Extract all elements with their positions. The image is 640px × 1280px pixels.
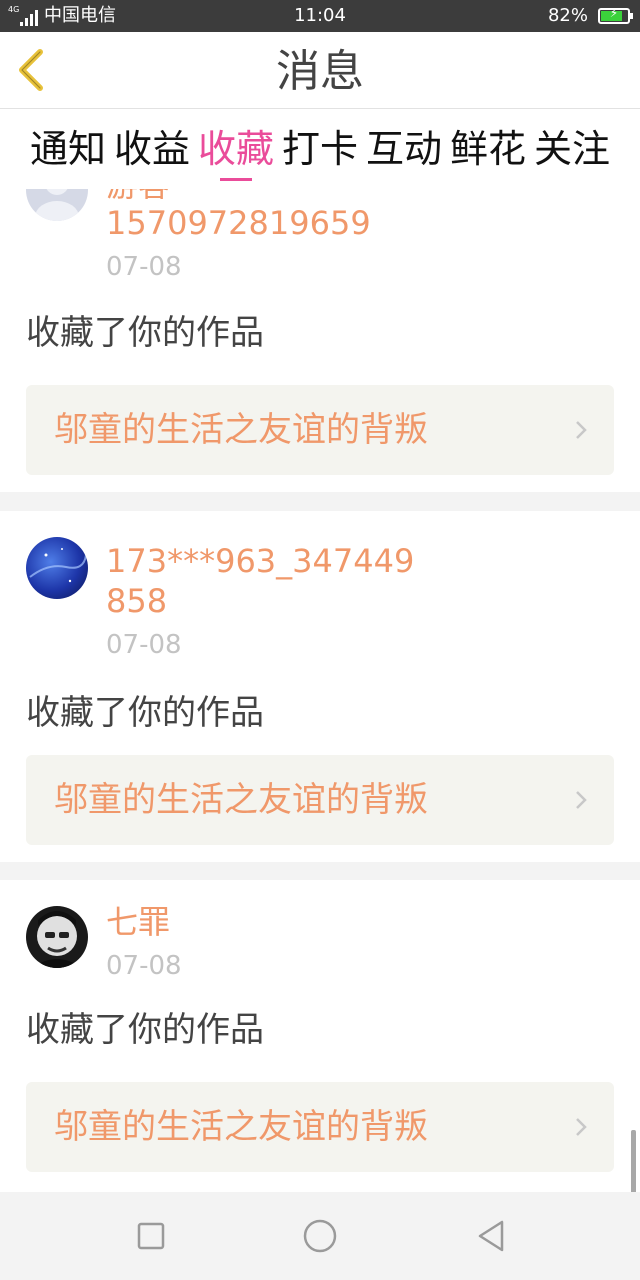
list-item: 173***963_347449858 07-08 收藏了你的作品 邬童的生活之… [0,511,640,862]
tab-notice[interactable]: 通知 [26,109,110,189]
work-title: 邬童的生活之友谊的背叛 [54,780,428,820]
action-text: 收藏了你的作品 [26,1010,264,1050]
action-text: 收藏了你的作品 [26,693,264,733]
tab-earnings[interactable]: 收益 [110,109,194,189]
chevron-right-icon [576,791,587,809]
work-link[interactable]: 邬童的生活之友谊的背叛 [26,385,614,475]
tab-follow[interactable]: 关注 [530,109,614,189]
recent-apps-button[interactable] [131,1216,171,1256]
status-clock: 11:04 [294,5,346,26]
action-text: 收藏了你的作品 [26,313,264,353]
avatar[interactable] [26,537,88,599]
work-title: 邬童的生活之友谊的背叛 [54,1107,428,1147]
category-tabs: 通知 收益 收藏 打卡 互动 鲜花 关注 [0,109,640,189]
chevron-right-icon [576,1118,587,1136]
home-button[interactable] [300,1216,340,1256]
list-item: 游客 1570972819659 07-08 收藏了你的作品 邬童的生活之友谊的… [0,189,640,492]
work-link[interactable]: 邬童的生活之友谊的背叛 [26,755,614,845]
work-title: 邬童的生活之友谊的背叛 [54,410,428,450]
chevron-right-icon [576,421,587,439]
page-title: 消息 [276,46,364,97]
back-nav-button[interactable] [472,1216,512,1256]
user-name[interactable]: 七罪 [106,902,426,942]
battery-icon: ⚡ [598,6,633,24]
tab-interaction[interactable]: 互动 [362,109,446,189]
user-name[interactable]: 1570972819659 [106,203,426,243]
avatar[interactable] [26,189,88,221]
square-icon [137,1222,165,1250]
user-name[interactable]: 173***963_347449858 [106,541,416,621]
tab-favorites[interactable]: 收藏 [194,109,278,189]
avatar[interactable] [26,906,88,968]
charging-bolt-icon: ⚡ [609,6,619,20]
work-link[interactable]: 邬童的生活之友谊的背叛 [26,1082,614,1172]
notification-date: 07-08 [106,951,182,981]
tab-flowers[interactable]: 鲜花 [446,109,530,189]
notification-list[interactable]: 游客 1570972819659 07-08 收藏了你的作品 邬童的生活之友谊的… [0,189,640,1192]
list-item: 七罪 07-08 收藏了你的作品 邬童的生活之友谊的背叛 [0,880,640,1192]
app-header: 消息 [0,32,640,109]
circle-icon [303,1219,337,1253]
notification-date: 07-08 [106,252,182,282]
system-nav-bar [0,1192,640,1280]
triangle-back-icon [478,1220,504,1252]
status-bar: 4G 中国电信 11:04 82% ⚡ [0,0,640,32]
tab-checkin[interactable]: 打卡 [278,109,362,189]
battery-percent: 82% [547,5,588,26]
notification-date: 07-08 [106,630,182,660]
